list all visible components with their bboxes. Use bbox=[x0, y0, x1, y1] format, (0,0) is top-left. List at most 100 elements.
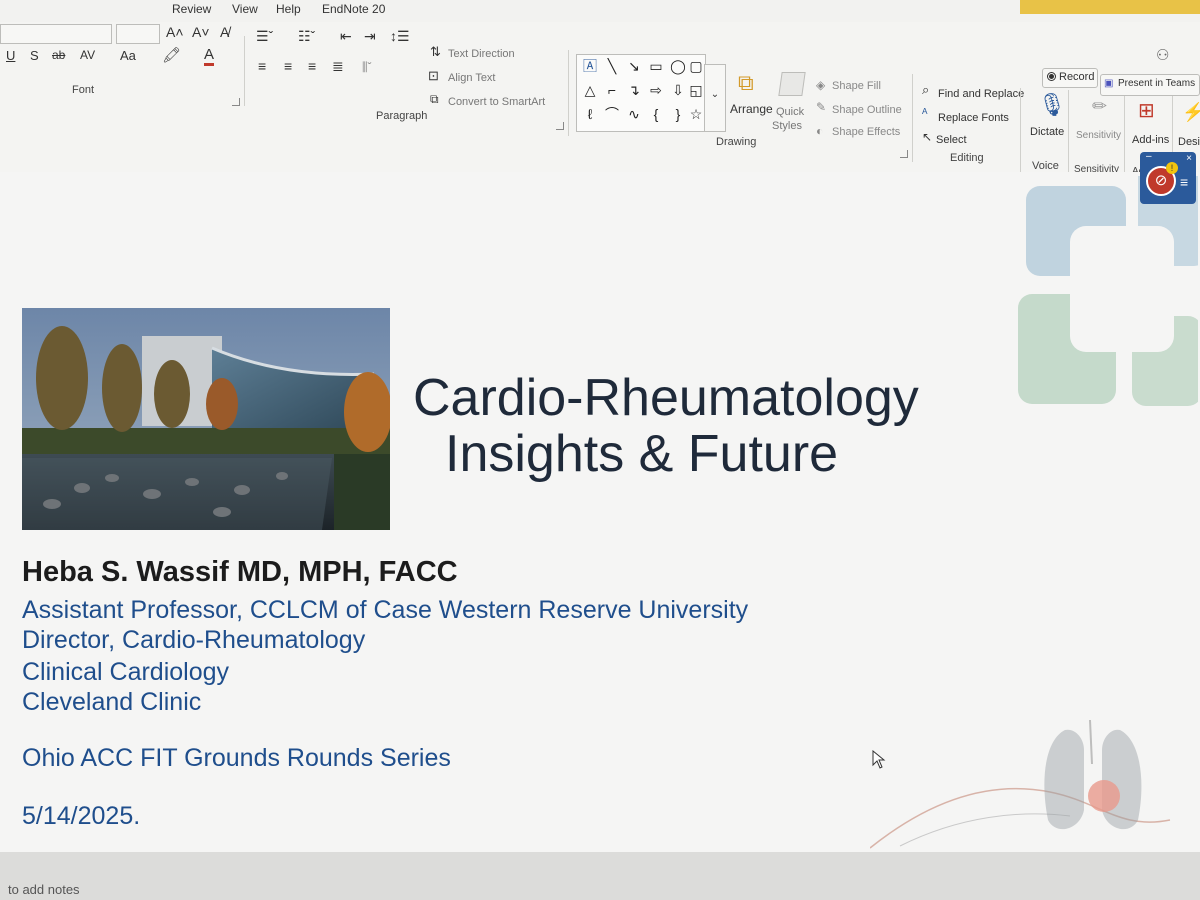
widget-close-icon[interactable]: × bbox=[1186, 153, 1192, 164]
paragraph-group-label: Paragraph bbox=[376, 110, 428, 122]
arrange-button[interactable]: Arrange bbox=[730, 102, 773, 116]
widget-menu-icon[interactable]: ≡ bbox=[1180, 174, 1188, 190]
columns-icon[interactable]: ⫼ˇ bbox=[362, 60, 372, 75]
select-button[interactable]: Select bbox=[936, 134, 967, 146]
shapes-gallery[interactable]: 🄰 ╲ ↘ ▭ ◯ ▢ △ ⌐ ↴ ⇨ ⇩ ◱ ℓ ⌒ ∿ { } ☆ bbox=[576, 54, 706, 132]
sensitivity-icon: ✏ bbox=[1092, 96, 1108, 116]
quick-styles-button-line2[interactable]: Styles bbox=[772, 120, 802, 132]
align-text-button[interactable]: Align Text bbox=[448, 72, 496, 84]
shapes-more-button[interactable]: ⌄ bbox=[704, 64, 726, 132]
ribbon: A˄ A˅ A̸ U S ab AV Aa 🖍 A Font ☰ˇ ☷ˇ ⇤ ⇥… bbox=[0, 22, 1200, 178]
present-in-teams-button[interactable]: ▣ Present in Teams bbox=[1100, 74, 1200, 96]
textbox-shape-icon[interactable]: 🄰 bbox=[581, 57, 599, 75]
shape-outline-icon: ✎ bbox=[816, 100, 827, 114]
align-left-icon[interactable]: ≡ bbox=[258, 58, 266, 74]
font-name-box[interactable] bbox=[0, 24, 112, 44]
snip-rect-shape-icon[interactable]: ◱ bbox=[687, 81, 705, 99]
star-shape-icon[interactable]: ☆ bbox=[687, 105, 705, 123]
widget-minimize-icon[interactable]: – bbox=[1146, 151, 1152, 162]
tab-endnote[interactable]: EndNote 20 bbox=[322, 2, 385, 16]
replace-fonts-icon: ᴬ bbox=[922, 106, 928, 120]
sensitivity-button[interactable]: Sensitivity bbox=[1076, 130, 1121, 141]
font-color-icon[interactable]: A bbox=[204, 46, 215, 66]
align-center-icon[interactable]: ≡ bbox=[284, 58, 292, 74]
tab-view[interactable]: View bbox=[232, 2, 258, 16]
right-arrow-shape-icon[interactable]: ⇨ bbox=[647, 81, 665, 99]
rectangle-shape-icon[interactable]: ▭ bbox=[647, 57, 665, 75]
align-right-icon[interactable]: ≡ bbox=[308, 58, 316, 74]
down-arrow-shape-icon[interactable]: ⇩ bbox=[669, 81, 687, 99]
slide-title-line2[interactable]: Insights & Future bbox=[445, 424, 838, 484]
font-dialog-launcher[interactable] bbox=[232, 98, 240, 106]
presentation-date[interactable]: 5/14/2025. bbox=[22, 802, 140, 831]
divider bbox=[1068, 90, 1069, 174]
underline-button[interactable]: U bbox=[6, 48, 15, 63]
shape-fill-button[interactable]: Shape Fill bbox=[832, 80, 881, 92]
addins-button[interactable]: Add-ins bbox=[1132, 134, 1169, 146]
slide-canvas[interactable]: Cardio-Rheumatology Insights & Future He… bbox=[0, 172, 1200, 852]
line-shape-icon[interactable]: ╲ bbox=[603, 57, 621, 75]
grow-font-button[interactable]: A˄ bbox=[166, 24, 184, 40]
font-size-box[interactable] bbox=[116, 24, 160, 44]
shadow-button[interactable]: S bbox=[30, 48, 39, 63]
justify-icon[interactable]: ≣ bbox=[332, 58, 344, 75]
presenter-name[interactable]: Heba S. Wassif MD, MPH, FACC bbox=[22, 556, 458, 589]
bullets-icon[interactable]: ☰ˇ bbox=[256, 28, 273, 45]
character-spacing-button[interactable]: AV bbox=[80, 48, 95, 62]
shape-outline-button[interactable]: Shape Outline bbox=[832, 104, 902, 116]
affiliation-line[interactable]: Clinical Cardiology bbox=[22, 658, 229, 687]
elbow-arrow-icon[interactable]: ↴ bbox=[625, 81, 643, 99]
numbering-icon[interactable]: ☷ˇ bbox=[298, 28, 315, 45]
rounded-rect-shape-icon[interactable]: ▢ bbox=[687, 57, 705, 75]
notes-pane[interactable]: to add notes bbox=[0, 852, 1200, 900]
quick-styles-button-line1[interactable]: Quick bbox=[776, 106, 804, 118]
line-spacing-icon[interactable]: ↕☰ bbox=[390, 28, 410, 45]
freeform-shape-icon[interactable]: ℓ bbox=[581, 105, 599, 123]
series-name[interactable]: Ohio ACC FIT Grounds Rounds Series bbox=[22, 744, 451, 773]
dictate-button[interactable]: Dictate bbox=[1030, 126, 1064, 138]
left-brace-shape-icon[interactable]: { bbox=[647, 105, 665, 123]
voice-group-label: Voice bbox=[1032, 160, 1059, 172]
record-button[interactable]: Record bbox=[1042, 68, 1098, 88]
editing-group-label: Editing bbox=[950, 152, 984, 164]
change-case-button[interactable]: Aa bbox=[120, 48, 136, 63]
microphone-icon: 🎙 bbox=[1038, 92, 1066, 117]
replace-fonts-button[interactable]: Replace Fonts bbox=[938, 112, 1009, 124]
present-in-teams-label: Present in Teams bbox=[1118, 78, 1196, 89]
window-accent bbox=[1020, 0, 1200, 14]
clear-format-icon[interactable]: A̸ bbox=[220, 24, 229, 40]
shape-effects-button[interactable]: Shape Effects bbox=[832, 126, 900, 138]
tab-review[interactable]: Review bbox=[172, 2, 211, 16]
text-direction-button[interactable]: Text Direction bbox=[448, 48, 515, 60]
affiliation-line[interactable]: Cleveland Clinic bbox=[22, 688, 201, 717]
clinic-logo-graphic bbox=[1018, 176, 1198, 406]
affiliation-line[interactable]: Director, Cardio-Rheumatology bbox=[22, 626, 365, 655]
notes-placeholder[interactable]: to add notes bbox=[8, 882, 80, 897]
arc-shape-icon[interactable]: ⌒ bbox=[603, 105, 621, 123]
increase-indent-icon[interactable]: ⇥ bbox=[364, 28, 376, 45]
triangle-shape-icon[interactable]: △ bbox=[581, 81, 599, 99]
designer-button[interactable]: Desig bbox=[1178, 136, 1200, 148]
convert-smartart-button[interactable]: Convert to SmartArt bbox=[448, 96, 545, 108]
paragraph-dialog-launcher[interactable] bbox=[556, 122, 564, 130]
oval-shape-icon[interactable]: ◯ bbox=[669, 57, 687, 75]
find-replace-button[interactable]: Find and Replace bbox=[938, 88, 1024, 100]
find-icon: ⌕ bbox=[922, 82, 930, 97]
strikethrough-button[interactable]: ab bbox=[52, 48, 65, 62]
meeting-floating-widget[interactable]: × – ⊘ ! ≡ bbox=[1140, 151, 1196, 204]
drawing-dialog-launcher[interactable] bbox=[900, 150, 908, 158]
tab-help[interactable]: Help bbox=[276, 2, 301, 16]
affiliation-line[interactable]: Assistant Professor, CCLCM of Case Weste… bbox=[22, 596, 748, 625]
text-direction-icon: ⇅ bbox=[430, 44, 441, 59]
decrease-indent-icon[interactable]: ⇤ bbox=[340, 28, 352, 45]
account-icon[interactable]: ⚇ bbox=[1156, 46, 1169, 64]
slide-title-line1[interactable]: Cardio-Rheumatology bbox=[413, 368, 919, 428]
highlight-icon[interactable]: 🖍 bbox=[162, 46, 181, 64]
shape-fill-icon: ◈ bbox=[816, 78, 826, 92]
right-brace-shape-icon[interactable]: } bbox=[669, 105, 687, 123]
divider bbox=[912, 74, 913, 162]
arrow-line-shape-icon[interactable]: ↘ bbox=[625, 57, 643, 75]
curve-shape-icon[interactable]: ∿ bbox=[625, 105, 643, 123]
elbow-connector-icon[interactable]: ⌐ bbox=[603, 81, 621, 99]
shrink-font-button[interactable]: A˅ bbox=[192, 24, 210, 40]
